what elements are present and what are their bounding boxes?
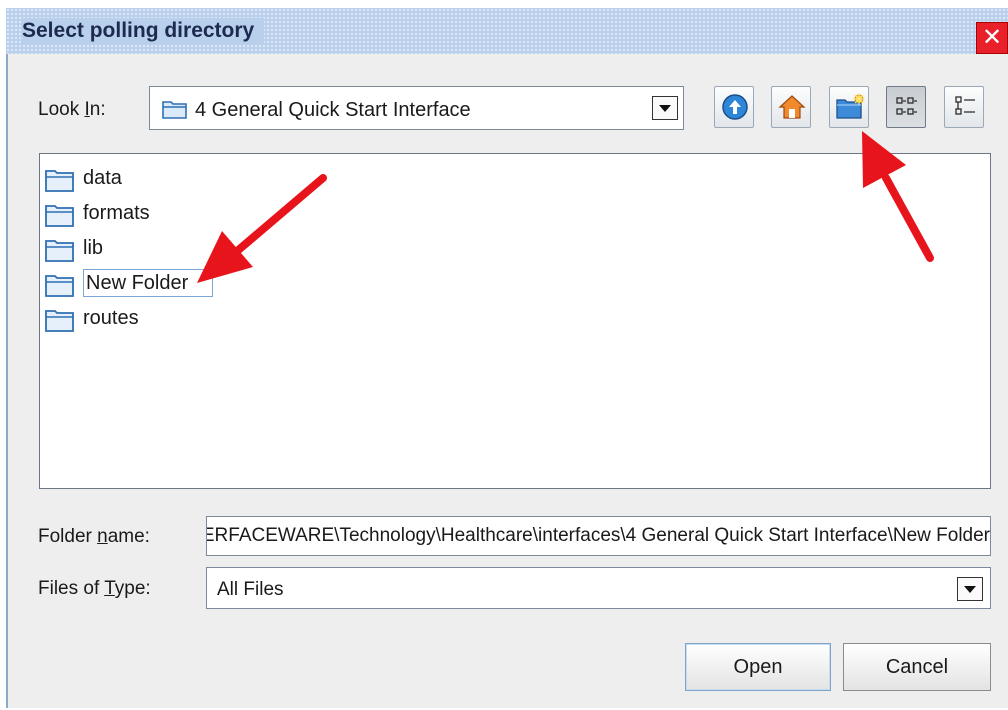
details-view-button[interactable]: [944, 86, 984, 128]
files-of-type-dropdown-arrow[interactable]: [957, 577, 983, 601]
look-in-combo[interactable]: 4 General Quick Start Interface: [149, 86, 684, 130]
home-button[interactable]: [771, 86, 811, 128]
folder-icon: [45, 170, 74, 192]
folder-icon: [45, 275, 74, 297]
close-button[interactable]: ✕: [976, 22, 1008, 54]
list-view-button[interactable]: [886, 86, 926, 128]
home-icon: [778, 95, 806, 119]
close-icon: ✕: [981, 24, 1003, 51]
background-edge: [0, 0, 6, 710]
rename-input[interactable]: New Folder: [83, 269, 213, 297]
cancel-button[interactable]: Cancel: [843, 643, 991, 691]
look-in-label: Look In:: [38, 99, 106, 120]
files-of-type-value: All Files: [217, 579, 284, 600]
files-of-type-combo[interactable]: All Files: [206, 567, 991, 609]
new-folder-icon: [836, 93, 865, 119]
up-one-level-icon: [722, 94, 748, 120]
folder-icon: [162, 101, 187, 119]
dialog-title: Select polling directory: [22, 18, 265, 44]
look-in-dropdown-arrow[interactable]: [652, 96, 678, 120]
file-list[interactable]: data formats lib New Folder routes: [39, 153, 991, 489]
folder-name-value: C:\Program Files\iNTERFACEWARE\Technolog…: [206, 525, 990, 546]
file-name: formats: [83, 202, 150, 224]
look-in-value: 4 General Quick Start Interface: [195, 99, 471, 121]
open-button[interactable]: Open: [685, 643, 831, 691]
folder-icon: [45, 240, 74, 262]
details-view-icon: [955, 96, 975, 115]
file-name: data: [83, 167, 122, 189]
list-view-icon: [896, 97, 917, 115]
title-bar[interactable]: Select polling directory ✕: [6, 8, 1008, 54]
folder-icon: [45, 310, 74, 332]
up-one-level-button[interactable]: [714, 86, 754, 128]
create-new-folder-button[interactable]: [829, 86, 869, 128]
folder-icon: [45, 205, 74, 227]
files-of-type-label: Files of Type:: [38, 578, 151, 599]
folder-name-label: Folder name:: [38, 526, 150, 547]
file-name: lib: [83, 237, 104, 259]
folder-name-input[interactable]: C:\Program Files\iNTERFACEWARE\Technolog…: [206, 516, 991, 556]
file-name: routes: [83, 307, 139, 329]
